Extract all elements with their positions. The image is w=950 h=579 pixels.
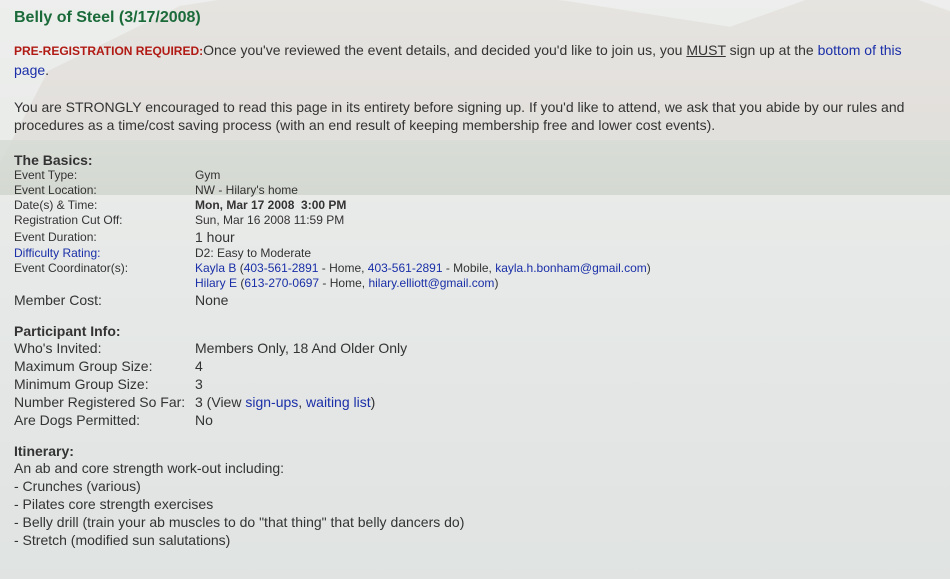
coordinator-2: Hilary E (613-270-0697 - Home, hilary.el… [195, 276, 499, 290]
event-location-value: NW - Hilary's home [195, 183, 298, 197]
notice-text-c: . [45, 62, 50, 78]
datetime-row: Date(s) & Time: Mon, Mar 17 2008 3:00 PM [14, 198, 939, 213]
itinerary-section: Itinerary: An ab and core strength work-… [14, 443, 939, 549]
min-group-value: 3 [195, 376, 203, 392]
itinerary-heading: Itinerary: [14, 443, 74, 459]
registered-row: Number Registered So Far: 3 (View sign-u… [14, 393, 939, 411]
difficulty-row: Difficulty Rating: D2: Easy to Moderate [14, 246, 939, 261]
invited-value: Members Only, 18 And Older Only [195, 340, 408, 356]
duration-value: 1 hour [195, 229, 235, 245]
duration-row: Event Duration: 1 hour [14, 228, 939, 246]
notice-text-a: Once you've reviewed the event details, … [203, 42, 687, 58]
coordinator-1-name-link[interactable]: Kayla B [195, 261, 236, 275]
coordinator-2-name-link[interactable]: Hilary E [195, 276, 237, 290]
datetime-value: Mon, Mar 17 2008 3:00 PM [195, 198, 347, 212]
sign-ups-link[interactable]: sign-ups [245, 394, 298, 410]
registered-value: 3 (View sign-ups, waiting list) [195, 394, 376, 410]
coordinators-row: Event Coordinator(s): Kayla B (403-561-2… [14, 261, 939, 291]
member-cost-label: Member Cost: [14, 292, 102, 308]
preregistration-warning: PRE-REGISTRATION REQUIRED: [14, 44, 204, 58]
itinerary-line: An ab and core strength work-out includi… [14, 460, 285, 476]
itinerary-line: - Crunches (various) [14, 478, 141, 494]
itinerary-line: - Stretch (modified sun salutations) [14, 532, 231, 548]
coordinator-1-home-phone[interactable]: 403-561-2891 [244, 261, 319, 275]
basics-heading: The Basics: [14, 152, 93, 168]
invited-row: Who's Invited: Members Only, 18 And Olde… [14, 339, 939, 357]
cutoff-value: Sun, Mar 16 2008 11:59 PM [195, 213, 345, 227]
itinerary-line: - Pilates core strength exercises [14, 496, 214, 512]
encourage-paragraph: You are STRONGLY encouraged to read this… [14, 99, 905, 133]
event-page: Belly of Steel (3/17/2008) PRE-REGISTRAT… [14, 0, 939, 549]
datetime-label: Date(s) & Time: [14, 198, 98, 212]
min-group-row: Minimum Group Size: 3 [14, 375, 939, 393]
coordinator-2-home-phone[interactable]: 613-270-0697 [244, 276, 319, 290]
itinerary-line: - Belly drill (train your ab muscles to … [14, 514, 465, 530]
event-type-label: Event Type: [14, 168, 78, 182]
coordinators-label: Event Coordinator(s): [14, 261, 129, 275]
duration-label: Event Duration: [14, 230, 97, 244]
max-group-value: 4 [195, 358, 203, 374]
coordinator-1-mobile-phone[interactable]: 403-561-2891 [368, 261, 443, 275]
event-type-row: Event Type: Gym [14, 168, 939, 183]
dogs-label: Are Dogs Permitted: [14, 412, 141, 428]
participant-heading: Participant Info: [14, 323, 121, 339]
basics-section: The Basics: Event Type: Gym Event Locati… [14, 152, 939, 309]
invited-label: Who's Invited: [14, 340, 102, 356]
registered-count: 3 [195, 394, 203, 410]
registered-label: Number Registered So Far: [14, 394, 186, 410]
member-cost-value: None [195, 292, 229, 308]
coordinator-1-email-link[interactable]: kayla.h.bonham@gmail.com [495, 261, 647, 275]
coordinator-2-email-link[interactable]: hilary.elliott@gmail.com [368, 276, 494, 290]
participant-section: Participant Info: Who's Invited: Members… [14, 323, 939, 429]
event-type-value: Gym [195, 168, 221, 182]
page-title: Belly of Steel (3/17/2008) [14, 9, 201, 26]
coordinator-1-home-text: - Home, [318, 261, 368, 275]
coordinators-value: Kayla B (403-561-2891 - Home, 403-561-28… [195, 261, 939, 291]
view-text: View [211, 394, 246, 410]
notice-text-b: sign up at the [725, 42, 818, 58]
event-location-label: Event Location: [14, 183, 97, 197]
cutoff-label: Registration Cut Off: [14, 213, 123, 227]
difficulty-rating-link[interactable]: Difficulty Rating: [14, 246, 195, 261]
dogs-value: No [195, 412, 213, 428]
dogs-row: Are Dogs Permitted: No [14, 411, 939, 429]
difficulty-value: D2: Easy to Moderate [195, 246, 312, 260]
max-group-label: Maximum Group Size: [14, 358, 153, 374]
coordinator-1: Kayla B (403-561-2891 - Home, 403-561-28… [195, 261, 651, 275]
must-emphasis: MUST [686, 42, 726, 58]
cutoff-row: Registration Cut Off: Sun, Mar 16 2008 1… [14, 213, 939, 228]
min-group-label: Minimum Group Size: [14, 376, 149, 392]
registration-notice: PRE-REGISTRATION REQUIRED:Once you've re… [14, 41, 939, 80]
coordinator-2-home-text: - Home, [319, 276, 369, 290]
waiting-list-link[interactable]: waiting list [306, 394, 371, 410]
coordinator-1-mobile-text: - Mobile, [442, 261, 496, 275]
max-group-row: Maximum Group Size: 4 [14, 357, 939, 375]
event-location-row: Event Location: NW - Hilary's home [14, 183, 939, 198]
member-cost-row: Member Cost: None [14, 291, 939, 309]
